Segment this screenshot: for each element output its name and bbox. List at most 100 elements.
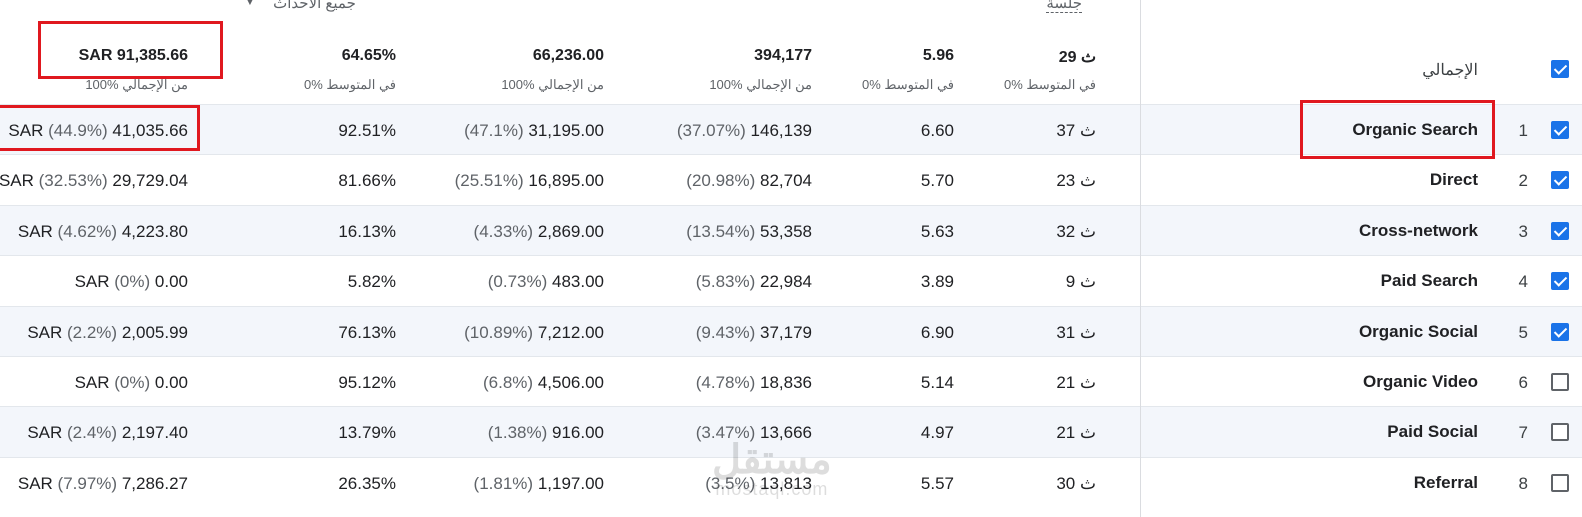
events-cell: (9.43%) 37,179 bbox=[696, 323, 812, 343]
events-cell: (20.98%) 82,704 bbox=[686, 171, 812, 191]
rate-cell: 92.51% bbox=[338, 121, 396, 140]
conversions-share: (4.33%) bbox=[473, 221, 534, 241]
header-revenue-sub: 100% من الإجمالي bbox=[85, 77, 188, 92]
revenue-prefix: SAR bbox=[17, 221, 58, 241]
rate-cell: 5.82% bbox=[347, 272, 396, 292]
events-share: (13.54%) bbox=[686, 221, 756, 241]
conversions-value: 7,212.00 bbox=[537, 322, 604, 342]
watermark-sub: mostaql.com bbox=[715, 479, 829, 499]
header-per-session-value: 5.96 bbox=[922, 47, 954, 64]
channel-name[interactable]: Organic Social bbox=[1359, 322, 1478, 342]
revenue-value: 0.00 bbox=[154, 272, 188, 292]
rate-cell: 95.12% bbox=[338, 373, 396, 392]
row-index: 4 bbox=[1518, 272, 1528, 292]
revenue-value: 0.00 bbox=[154, 373, 188, 392]
duration-cell: 31 ث bbox=[1056, 322, 1096, 342]
watermark-text: مستقل bbox=[712, 438, 832, 482]
table-row[interactable]: SAR (4.62%) 4,223.80 16.13% (4.33%) 2,869.… bbox=[0, 204, 1582, 256]
column-divider bbox=[1140, 0, 1141, 517]
rate-cell: 13.79% bbox=[338, 423, 396, 443]
events-cell: (5.83%) 22,984 bbox=[696, 272, 812, 292]
header-revenue-highlight bbox=[38, 21, 223, 79]
header-per-session-sub: 0% في المتوسط bbox=[861, 77, 954, 92]
table-row[interactable]: SAR (32.53%) 29,729.04 81.66% (25.51%) 16,… bbox=[0, 154, 1582, 205]
row-checkbox[interactable] bbox=[1551, 322, 1569, 341]
conversions-share: (47.1%) bbox=[464, 121, 524, 140]
revenue-value: 4,223.80 bbox=[121, 221, 188, 241]
events-value: 37,179 bbox=[760, 322, 812, 342]
row-checkbox[interactable] bbox=[1551, 473, 1569, 492]
per-session-cell: 5.57 bbox=[920, 473, 954, 493]
row-1-name-highlight bbox=[1300, 100, 1495, 159]
conversions-share: (1.81%) bbox=[473, 473, 534, 493]
revenue-value: 29,729.04 bbox=[112, 171, 188, 191]
events-share: (20.98%) bbox=[686, 171, 756, 191]
conversions-cell: (0.73%) 483.00 bbox=[488, 272, 604, 292]
revenue-cell: SAR (4.62%) 4,223.80 bbox=[18, 222, 188, 242]
channel-name[interactable]: Direct bbox=[1430, 170, 1478, 190]
row-checkbox[interactable] bbox=[1551, 171, 1569, 190]
revenue-prefix: SAR bbox=[27, 423, 67, 443]
rate-cell: 81.66% bbox=[338, 171, 396, 191]
per-session-cell: 4.97 bbox=[920, 423, 954, 443]
conversions-cell: (1.38%) 916.00 bbox=[488, 423, 604, 443]
row-checkbox[interactable] bbox=[1551, 121, 1569, 139]
row-checkbox[interactable] bbox=[1551, 423, 1569, 442]
channel-name[interactable]: Cross-network bbox=[1359, 221, 1478, 241]
revenue-value: 2,005.99 bbox=[121, 322, 188, 342]
channel-name[interactable]: Paid Social bbox=[1387, 422, 1478, 442]
conversions-share: (10.89%) bbox=[464, 322, 534, 342]
events-share: (5.83%) bbox=[695, 272, 756, 292]
channel-name[interactable]: Organic Video bbox=[1363, 372, 1478, 392]
select-all-checkbox[interactable] bbox=[1551, 60, 1569, 78]
per-session-cell: 6.60 bbox=[920, 121, 954, 140]
conversions-share: (1.38%) bbox=[487, 423, 548, 443]
revenue-cell: SAR (0%) 0.00 bbox=[75, 373, 188, 393]
table-row[interactable]: SAR (2.2%) 2,005.99 76.13% (10.89%) 7,212.… bbox=[0, 305, 1582, 357]
session-label[interactable]: جلسة bbox=[1046, 0, 1082, 13]
row-checkbox[interactable] bbox=[1551, 221, 1569, 240]
conversions-value: 4,506.00 bbox=[537, 373, 604, 392]
conversions-value: 1,197.00 bbox=[537, 473, 604, 493]
row-checkbox[interactable] bbox=[1551, 373, 1569, 391]
events-value: 18,836 bbox=[760, 373, 812, 392]
conversions-cell: (47.1%) 31,195.00 bbox=[464, 121, 604, 141]
table-row[interactable]: SAR (0%) 0.00 5.82% (0.73%) 483.00 (5.83%) … bbox=[0, 255, 1582, 306]
per-session-cell: 3.89 bbox=[920, 272, 954, 292]
duration-cell: 9 ث bbox=[1065, 272, 1096, 292]
events-share: (37.07%) bbox=[676, 121, 746, 140]
conversions-value: 483.00 bbox=[552, 272, 604, 292]
row-index: 1 bbox=[1518, 121, 1528, 140]
events-dropdown[interactable]: ▼ جميع الأحداث bbox=[245, 0, 356, 16]
revenue-cell: SAR (0%) 0.00 bbox=[75, 272, 188, 292]
header-conversions-value: 66,236.00 bbox=[532, 47, 604, 64]
header-rate-sub: 0% في المتوسط bbox=[303, 77, 396, 92]
conversions-share: (0.73%) bbox=[487, 272, 548, 292]
watermark: مستقل mostaql.com bbox=[712, 440, 832, 498]
revenue-cell: SAR (2.4%) 2,197.40 bbox=[27, 423, 188, 443]
row-index: 3 bbox=[1518, 221, 1528, 241]
channel-name[interactable]: Referral bbox=[1414, 473, 1478, 493]
conversions-share: (6.8%) bbox=[483, 373, 534, 392]
total-label: الإجمالي bbox=[1422, 62, 1478, 79]
conversions-value: 2,869.00 bbox=[537, 221, 604, 241]
events-cell: (13.54%) 53,358 bbox=[686, 222, 812, 242]
conversions-value: 916.00 bbox=[552, 423, 604, 443]
revenue-value: 7,286.27 bbox=[121, 473, 188, 493]
rate-cell: 16.13% bbox=[338, 221, 396, 241]
row-index: 5 bbox=[1518, 322, 1528, 342]
duration-cell: 21 ث bbox=[1056, 423, 1096, 443]
row-checkbox[interactable] bbox=[1551, 272, 1569, 291]
per-session-cell: 5.63 bbox=[920, 221, 954, 241]
revenue-prefix: SAR bbox=[74, 373, 115, 392]
events-value: 82,704 bbox=[760, 171, 812, 191]
events-cell: (4.78%) 18,836 bbox=[696, 373, 812, 393]
revenue-prefix: SAR bbox=[0, 171, 39, 191]
conversions-share: (25.51%) bbox=[454, 171, 524, 191]
channel-name[interactable]: Paid Search bbox=[1381, 271, 1478, 291]
revenue-share: (0%) bbox=[114, 373, 151, 392]
table-row[interactable]: SAR (0%) 0.00 95.12% (6.8%) 4,506.00 (4.78%… bbox=[0, 356, 1582, 407]
events-value: 53,358 bbox=[760, 221, 812, 241]
revenue-share: (0%) bbox=[114, 272, 151, 292]
revenue-share: (32.53%) bbox=[38, 171, 108, 191]
